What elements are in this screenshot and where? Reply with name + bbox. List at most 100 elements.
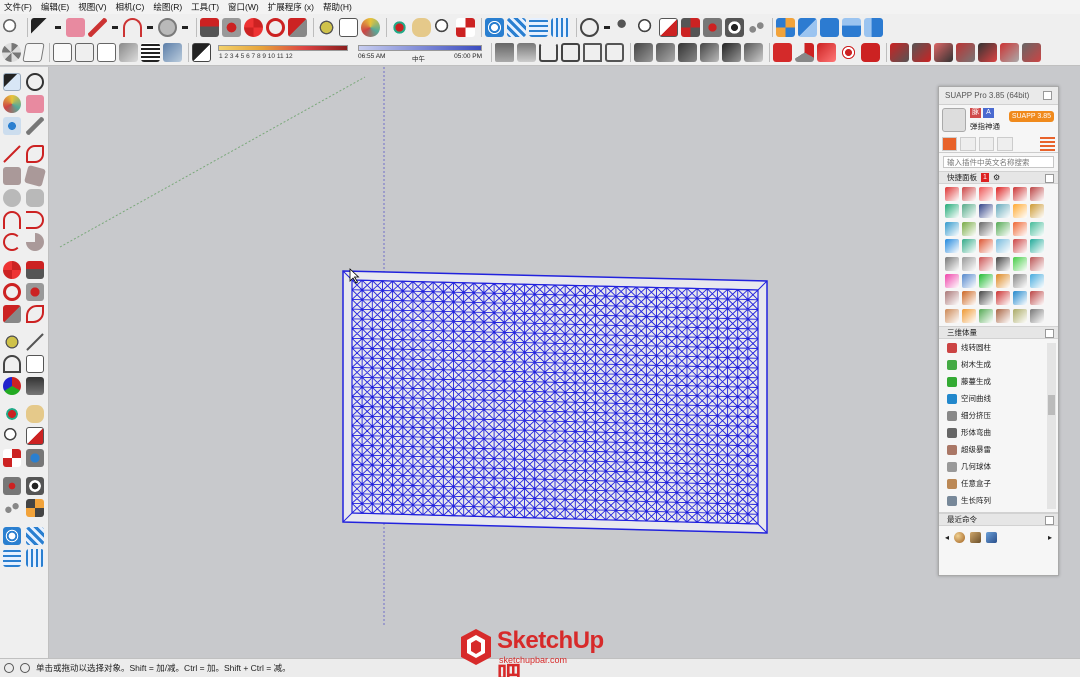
- push-pull-icon[interactable]: [200, 17, 219, 37]
- quick-panel-header[interactable]: 快捷面板 1 ⚙: [939, 171, 1058, 184]
- extension-warehouse-icon[interactable]: [517, 43, 536, 62]
- sandbox-smoove-icon[interactable]: [3, 549, 21, 567]
- recent-sphere-icon[interactable]: [954, 531, 966, 543]
- quick-tool-icon[interactable]: [945, 308, 959, 323]
- chevron-down-icon[interactable]: [110, 22, 119, 32]
- tape-measure-tool-icon[interactable]: [3, 333, 21, 351]
- menu-item[interactable]: 扩展程序 (x): [268, 1, 314, 13]
- scrollbar-thumb[interactable]: [1048, 395, 1055, 415]
- quick-tool-icon[interactable]: [945, 239, 959, 254]
- solid-union-icon[interactable]: [634, 43, 653, 62]
- recent-tool-2-icon[interactable]: [986, 531, 998, 543]
- chevron-down-icon[interactable]: [602, 22, 611, 32]
- freehand-icon[interactable]: [26, 145, 44, 163]
- store-icon[interactable]: [605, 43, 624, 62]
- look-around-icon[interactable]: [725, 17, 744, 37]
- quick-tool-icon[interactable]: [996, 273, 1010, 288]
- quick-tool-icon[interactable]: [962, 273, 976, 288]
- model-viewport[interactable]: [50, 67, 1080, 658]
- zoom-extents-icon[interactable]: [3, 449, 21, 467]
- quick-tool-icon[interactable]: [979, 221, 993, 236]
- monochrome-style-icon[interactable]: [163, 43, 182, 62]
- sandbox-stamp-icon[interactable]: [551, 17, 570, 37]
- quick-tool-icon[interactable]: [962, 291, 976, 306]
- menu-item[interactable]: 窗口(W): [228, 1, 259, 13]
- plugin-tool-5-icon[interactable]: [978, 43, 997, 62]
- menu-item[interactable]: 视图(V): [78, 1, 106, 13]
- follow-me-icon[interactable]: [222, 17, 241, 37]
- plugin-tool-1-icon[interactable]: [890, 43, 909, 62]
- sandbox-scratch-icon[interactable]: [507, 17, 526, 37]
- polygon-icon[interactable]: [26, 189, 44, 207]
- suapp-su-icon[interactable]: [773, 43, 792, 62]
- eraser-icon[interactable]: [66, 17, 85, 37]
- plugin-list-scrollbar[interactable]: [1047, 343, 1056, 509]
- shadow-toggle-icon[interactable]: [192, 43, 211, 62]
- component-icon[interactable]: [22, 43, 45, 62]
- position-camera-icon[interactable]: [703, 17, 722, 37]
- quick-tool-icon[interactable]: [1013, 291, 1027, 306]
- previous-view-icon[interactable]: [659, 17, 678, 37]
- menu-item[interactable]: 相机(C): [116, 1, 145, 13]
- quick-tool-icon[interactable]: [962, 256, 976, 271]
- shadow-month-bar[interactable]: [218, 44, 348, 51]
- quick-tool-icon[interactable]: [1030, 273, 1044, 288]
- plugin-list-item[interactable]: 空间曲线: [939, 390, 1058, 407]
- plugin-tool-2-icon[interactable]: [912, 43, 931, 62]
- quick-tool-icon[interactable]: [979, 308, 993, 323]
- quick-tool-icon[interactable]: [945, 273, 959, 288]
- push-pull-icon[interactable]: [26, 261, 44, 279]
- quick-tool-icon[interactable]: [996, 187, 1010, 201]
- category-header[interactable]: 三维体量: [939, 326, 1058, 339]
- plugin-list-item[interactable]: 细分挤压: [939, 407, 1058, 424]
- home-icon[interactable]: [539, 43, 558, 62]
- circle-icon[interactable]: [3, 189, 21, 207]
- quick-tool-icon[interactable]: [1030, 204, 1044, 219]
- zoom-icon[interactable]: [2, 17, 21, 37]
- pan-icon[interactable]: [412, 17, 431, 37]
- select-arrow-icon[interactable]: [3, 73, 21, 91]
- plugin-list-item[interactable]: 藤蔓生成: [939, 373, 1058, 390]
- menu-item[interactable]: 文件(F): [4, 1, 32, 13]
- suapp-cube-icon[interactable]: [795, 43, 814, 62]
- suapp-s-icon[interactable]: [861, 43, 880, 62]
- rotate-icon[interactable]: [266, 17, 285, 37]
- section-plane-icon[interactable]: [26, 499, 44, 517]
- suapp-atom-icon[interactable]: [839, 43, 858, 62]
- user-icon[interactable]: [580, 17, 599, 37]
- quick-tool-icon[interactable]: [979, 256, 993, 271]
- front-view-icon[interactable]: [842, 17, 861, 37]
- chevron-left-icon[interactable]: ◂: [945, 533, 949, 542]
- axes-icon[interactable]: [3, 377, 21, 395]
- quick-tool-icon[interactable]: [996, 239, 1010, 254]
- recent-commands-header[interactable]: 最近命令: [939, 513, 1058, 526]
- zoom-icon[interactable]: [434, 17, 453, 37]
- circle-icon[interactable]: [158, 17, 177, 37]
- quick-tool-icon[interactable]: [1013, 187, 1027, 201]
- three-point-arc-icon[interactable]: [3, 233, 21, 251]
- quick-tool-icon[interactable]: [962, 308, 976, 323]
- sandbox-smoove-icon[interactable]: [529, 17, 548, 37]
- orbit-icon[interactable]: [3, 405, 21, 423]
- house-icon[interactable]: [561, 43, 580, 62]
- quick-tool-icon[interactable]: [1030, 187, 1044, 201]
- next-view-icon[interactable]: [681, 17, 700, 37]
- shadow-month-slider[interactable]: 1 2 3 4 5 6 7 8 9 10 11 12: [218, 42, 350, 64]
- protractor-icon[interactable]: [3, 355, 21, 373]
- pan-icon[interactable]: [26, 405, 44, 423]
- wireframe-style-icon[interactable]: [75, 43, 94, 62]
- quick-tool-icon[interactable]: [1013, 308, 1027, 323]
- scale-icon[interactable]: [3, 305, 21, 323]
- quick-tool-icon[interactable]: [962, 221, 976, 236]
- footsteps-icon[interactable]: [747, 17, 766, 37]
- home-outline-icon[interactable]: [583, 43, 602, 62]
- menu-item[interactable]: 工具(T): [191, 1, 219, 13]
- chevron-down-icon[interactable]: [180, 22, 189, 32]
- quick-tool-icon[interactable]: [1030, 308, 1044, 323]
- tab-search-icon[interactable]: [997, 136, 1013, 151]
- text-icon[interactable]: [339, 17, 358, 37]
- geo-location-icon[interactable]: [4, 663, 14, 673]
- sandbox-contours-icon[interactable]: [3, 527, 21, 545]
- quick-tool-icon[interactable]: [979, 204, 993, 219]
- zoom-window-icon[interactable]: [637, 17, 656, 37]
